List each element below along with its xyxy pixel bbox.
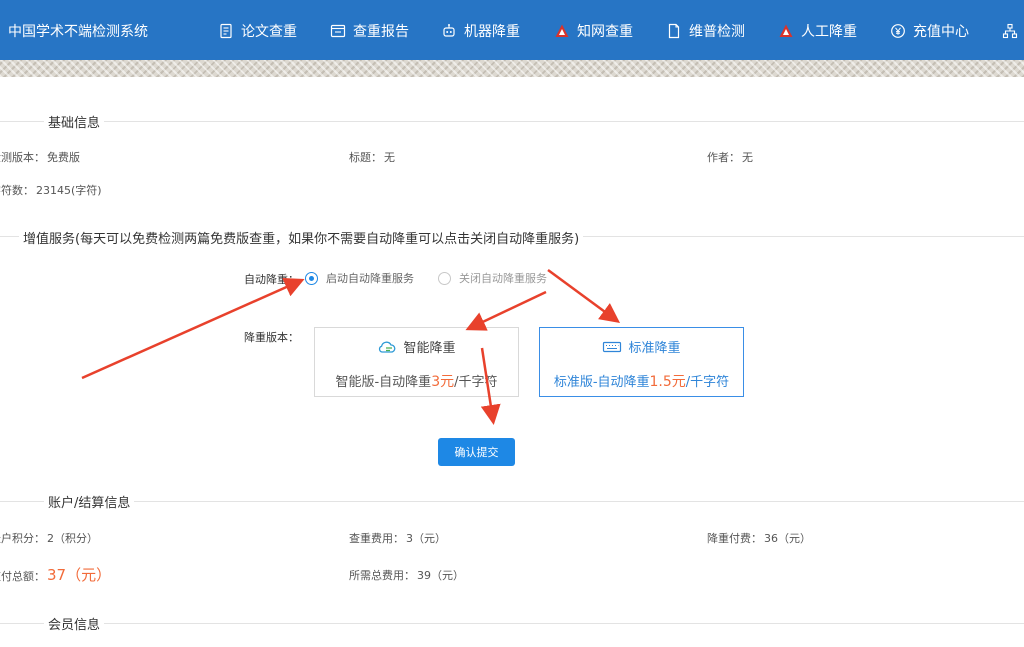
section-divider: [0, 121, 1024, 122]
radio-label: 启动自动降重服务: [326, 272, 414, 285]
nav-label: 机器降重: [464, 24, 520, 40]
nav-item-more[interactable]: [1002, 20, 1024, 42]
nav-label: 知网查重: [577, 24, 633, 40]
section-title-basic: 基础信息: [44, 112, 105, 131]
radio-dot[interactable]: [305, 271, 318, 285]
brand-title[interactable]: 中国学术不端检测系统: [8, 21, 148, 41]
sitemap-icon: [1002, 23, 1018, 39]
card-price: 1.5元: [649, 374, 686, 390]
radio-disable-auto-reduce[interactable]: 关闭自动降重服务: [438, 270, 547, 286]
card-title: 智能降重: [403, 341, 456, 356]
nav-label: 充值中心: [913, 24, 969, 40]
nav-label: 人工降重: [801, 24, 857, 40]
confirm-submit-button[interactable]: 确认提交: [438, 438, 515, 466]
decorative-pattern-strip: [0, 60, 1024, 77]
nav-item-cnki-check[interactable]: 知网查重: [554, 20, 633, 42]
card-desc: 标准版-自动降重1.5元/千字符: [553, 374, 730, 390]
card-price: 3元: [431, 374, 455, 390]
nav-label: 维普检测: [689, 24, 745, 40]
field-check-version: 检测版本：免费版: [0, 151, 80, 164]
field-total-required: 所需总费用： 39（元）: [349, 569, 464, 582]
nav-label: 论文查重: [241, 24, 297, 40]
nav-item-vip-check[interactable]: 维普检测: [666, 20, 745, 42]
keyboard-icon: [603, 341, 622, 352]
nav-item-recharge[interactable]: 充值中心: [890, 20, 969, 42]
arrow-to-smart-card: [465, 290, 547, 331]
card-desc: 智能版-自动降重3元/千字符: [335, 374, 498, 390]
nav-item-machine-reduce[interactable]: 机器降重: [441, 20, 520, 42]
cnki-logo-icon: [555, 24, 569, 37]
field-check-fee: 查重费用： 3（元）: [349, 532, 446, 545]
nav-item-paper-check[interactable]: 论文查重: [218, 20, 297, 42]
version-card-standard[interactable]: 标准降重 标准版-自动降重1.5元/千字符: [539, 327, 744, 397]
card-header: 标准降重: [540, 337, 743, 356]
field-char-count: 字符数：23145(字符): [0, 184, 102, 197]
reduce-version-label: 降重版本：: [244, 331, 299, 344]
section-title-service: 增值服务(每天可以免费检测两篇免费版查重，如果你不需要自动降重可以点击关闭自动降…: [19, 228, 584, 247]
report-icon: [330, 24, 346, 38]
nav-item-check-report[interactable]: 查重报告: [330, 20, 409, 42]
radio-enable-auto-reduce[interactable]: 启动自动降重服务: [305, 270, 414, 286]
auto-reduce-label: 自动降重：: [244, 273, 299, 286]
document-icon: [220, 23, 232, 39]
nav-item-manual-reduce[interactable]: 人工降重: [778, 20, 857, 42]
robot-icon: [443, 24, 455, 37]
field-total-payable: 应付总额：37（元）: [0, 566, 112, 584]
arrow-to-standard-card: [547, 268, 621, 323]
section-title-member: 会员信息: [44, 614, 105, 633]
card-title: 标准降重: [628, 341, 681, 356]
radio-label: 关闭自动降重服务: [459, 272, 547, 285]
field-title: 标题：无: [349, 151, 395, 164]
cnki-logo-icon: [779, 24, 793, 37]
card-header: 智能降重: [315, 337, 518, 356]
section-divider: [0, 501, 1024, 502]
cloud-icon: [379, 341, 396, 353]
field-reduce-fee: 降重付费： 36（元）: [707, 532, 811, 545]
yen-coin-icon: [891, 24, 905, 38]
section-divider: [0, 623, 1024, 624]
section-title-account: 账户/结算信息: [44, 492, 135, 511]
file-icon: [668, 23, 680, 39]
version-card-smart[interactable]: 智能降重 智能版-自动降重3元/千字符: [314, 327, 519, 397]
nav-label: 查重报告: [353, 24, 409, 40]
radio-dot[interactable]: [438, 271, 451, 285]
field-account-points: 账户积分：2（积分）: [0, 532, 98, 545]
top-nav-bar: 中国学术不端检测系统 论文查重 查重报告 机器降重 知网查重 维普检测 人工降重…: [0, 0, 1024, 60]
field-author: 作者：无: [707, 151, 753, 164]
annotation-arrows: [81, 268, 621, 425]
